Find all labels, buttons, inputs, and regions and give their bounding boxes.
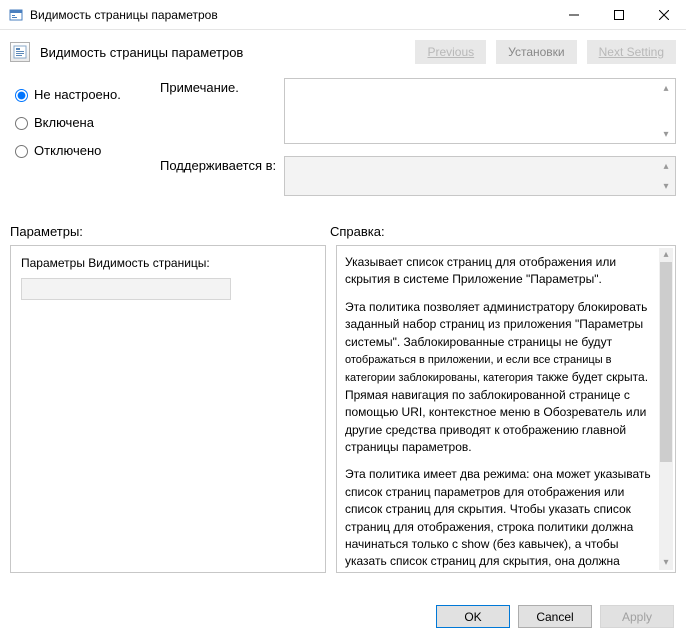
chevron-down-icon[interactable]: ▾ bbox=[659, 179, 673, 193]
radio-not-configured-input[interactable] bbox=[15, 89, 28, 102]
help-paragraph: Указывает список страниц для отображения… bbox=[345, 254, 657, 289]
middle-nav-button[interactable]: Установки bbox=[496, 40, 576, 64]
chevron-down-icon[interactable]: ▾ bbox=[659, 127, 673, 141]
options-section-label: Параметры: bbox=[10, 224, 330, 239]
chevron-down-icon[interactable]: ▾ bbox=[659, 556, 673, 570]
cancel-button[interactable]: Cancel bbox=[518, 605, 592, 628]
header-subtitle: Видимость страницы параметров bbox=[40, 45, 243, 60]
radio-not-configured-label: Не настроено. bbox=[34, 87, 121, 102]
page-visibility-input[interactable] bbox=[21, 278, 231, 300]
help-scrollbar[interactable]: ▴ ▾ bbox=[659, 248, 673, 570]
apply-button[interactable]: Apply bbox=[600, 605, 674, 628]
titlebar: Видимость страницы параметров bbox=[0, 0, 686, 30]
close-button[interactable] bbox=[641, 0, 686, 30]
previous-setting-button[interactable]: Previous bbox=[415, 40, 486, 64]
supported-on-box: ▴ ▾ bbox=[284, 156, 676, 196]
maximize-button[interactable] bbox=[596, 0, 641, 30]
help-panel: Указывает список страниц для отображения… bbox=[336, 245, 676, 573]
chevron-up-icon[interactable]: ▴ bbox=[659, 81, 673, 95]
help-section-label: Справка: bbox=[330, 224, 676, 239]
supported-label: Поддерживается в: bbox=[160, 156, 278, 196]
radio-disabled-label: Отключено bbox=[34, 143, 101, 158]
comment-textarea[interactable]: ▴ ▾ bbox=[284, 78, 676, 144]
next-setting-button[interactable]: Next Setting bbox=[587, 40, 676, 64]
ok-button[interactable]: OK bbox=[436, 605, 510, 628]
radio-disabled[interactable]: Отключено bbox=[10, 142, 140, 158]
header: Видимость страницы параметров Previous У… bbox=[0, 30, 686, 68]
help-paragraph: Эта политика имеет два режима: она может… bbox=[345, 466, 657, 573]
radio-disabled-input[interactable] bbox=[15, 145, 28, 158]
comment-label: Примечание. bbox=[160, 78, 278, 144]
radio-enabled-input[interactable] bbox=[15, 117, 28, 130]
chevron-up-icon[interactable]: ▴ bbox=[659, 248, 673, 262]
state-radios: Не настроено. Включена Отключено bbox=[10, 78, 140, 208]
chevron-up-icon[interactable]: ▴ bbox=[659, 159, 673, 173]
app-icon bbox=[8, 7, 24, 23]
radio-not-configured[interactable]: Не настроено. bbox=[10, 86, 140, 102]
window-title: Видимость страницы параметров bbox=[30, 8, 551, 22]
policy-icon bbox=[10, 42, 30, 62]
scrollbar-thumb[interactable] bbox=[660, 262, 672, 462]
radio-enabled[interactable]: Включена bbox=[10, 114, 140, 130]
radio-enabled-label: Включена bbox=[34, 115, 94, 130]
options-panel: Параметры Видимость страницы: bbox=[10, 245, 326, 573]
options-field-label: Параметры Видимость страницы: bbox=[21, 256, 315, 270]
dialog-buttons: OK Cancel Apply bbox=[436, 605, 674, 628]
help-paragraph: Эта политика позволяет администратору бл… bbox=[345, 299, 657, 457]
minimize-button[interactable] bbox=[551, 0, 596, 30]
